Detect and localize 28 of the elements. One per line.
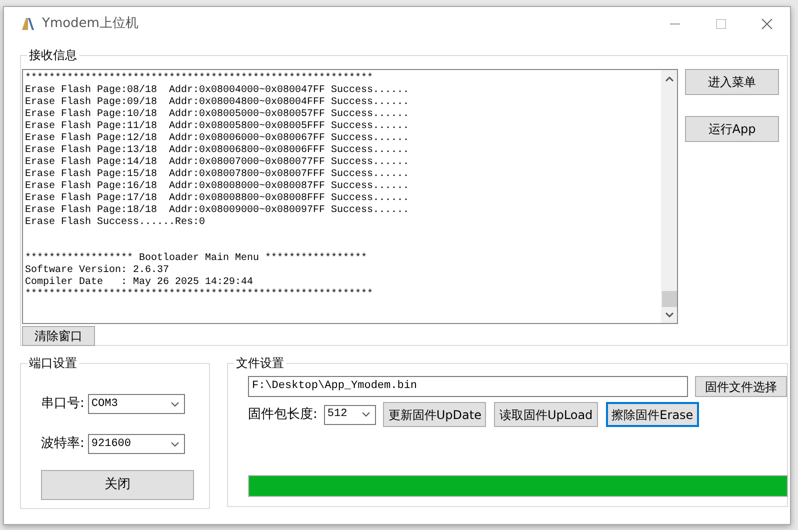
packet-length-dropdown[interactable]: 512	[324, 404, 376, 424]
vertical-scrollbar[interactable]	[661, 70, 677, 323]
port-dropdown[interactable]: COM3	[88, 394, 186, 414]
group-title: 端口设置	[27, 355, 79, 371]
upload-firmware-button[interactable]: 读取固件UpLoad	[494, 402, 598, 427]
scrollbar-thumb[interactable]	[662, 291, 676, 307]
group-title: 接收信息	[27, 47, 79, 63]
app-icon	[20, 16, 36, 32]
scroll-down-icon[interactable]	[664, 310, 674, 319]
field-label: 波特率:	[41, 435, 84, 454]
scroll-up-icon[interactable]	[664, 75, 674, 84]
update-firmware-button[interactable]: 更新固件UpDate	[383, 402, 486, 427]
enter-menu-button[interactable]: 进入菜单	[685, 69, 779, 95]
baud-rate-dropdown[interactable]: 921600	[88, 434, 186, 454]
file-path-field[interactable]: F:\Desktop\App_Ymodem.bin	[248, 376, 688, 397]
close-port-button[interactable]: 关闭	[41, 470, 194, 500]
clear-window-button[interactable]: 清除窗口	[22, 326, 95, 346]
log-text-area[interactable]	[22, 69, 678, 324]
packet-length-label: 固件包长度:	[248, 406, 318, 424]
group-title: 文件设置	[234, 355, 286, 371]
run-app-button[interactable]: 运行App	[685, 116, 779, 142]
window-title: Ymodem上位机	[42, 15, 138, 34]
log-text: ********************************************************** Erase Flash Page:08/18 Addr:0x08004000~0x080047FF Success...... Erase Flash Page:09/18 Addr:0x08004800~0x08004FFF Success...... Erase Flash Page:10/18 Addr:0x08005000~0x080057FF Success...... Erase Flash Page:11/18 Addr:0x08005800~0x08005FFF Success...... Erase Flash Page:12/18 Addr:0x08006000~0x080067FF Success...... Erase Flash Page:13/18 Addr:0x08006800~0x08006FFF Success...... Erase Flash Page:14/18 Addr:0x08007000~0x080077FF Success...... Erase Flash Page:15/18 Addr:0x08007800~0x08007FFF Success...... Erase Flash Page:16/18 Addr:0x08008000~0x080087FF Success...... Erase Flash Page:17/18 Addr:0x08008800~0x08008FFF Success...... Erase Flash Page:18/18 Addr:0x08009000~0x080097FF Success...... Erase Flash Success......Res:0	[25, 73, 410, 229]
field-label: 串口号:	[41, 395, 84, 414]
log-text: ****************** Bootloader Main Menu ***************** Software Version: 2.6.37 Compiler Date : May 26 2025 14:29:44 **********************************************************	[25, 253, 374, 301]
erase-firmware-button[interactable]: 擦除固件Erase	[606, 402, 700, 427]
choose-file-button[interactable]: 固件文件选择	[695, 376, 787, 397]
close-icon[interactable]	[761, 18, 773, 30]
